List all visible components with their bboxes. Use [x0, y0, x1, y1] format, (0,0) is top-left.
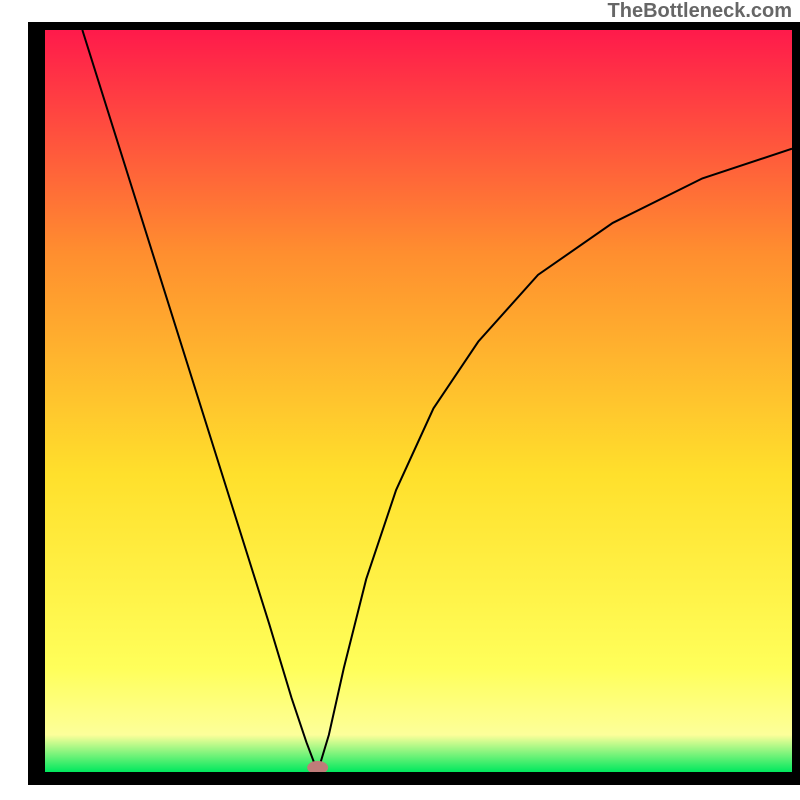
plot-area: [45, 30, 792, 772]
chart-svg: [45, 30, 792, 772]
chart-frame: TheBottleneck.com: [0, 0, 800, 800]
chart-black-border: [28, 22, 800, 785]
watermark-text: TheBottleneck.com: [608, 0, 792, 23]
gradient-background: [45, 30, 792, 772]
